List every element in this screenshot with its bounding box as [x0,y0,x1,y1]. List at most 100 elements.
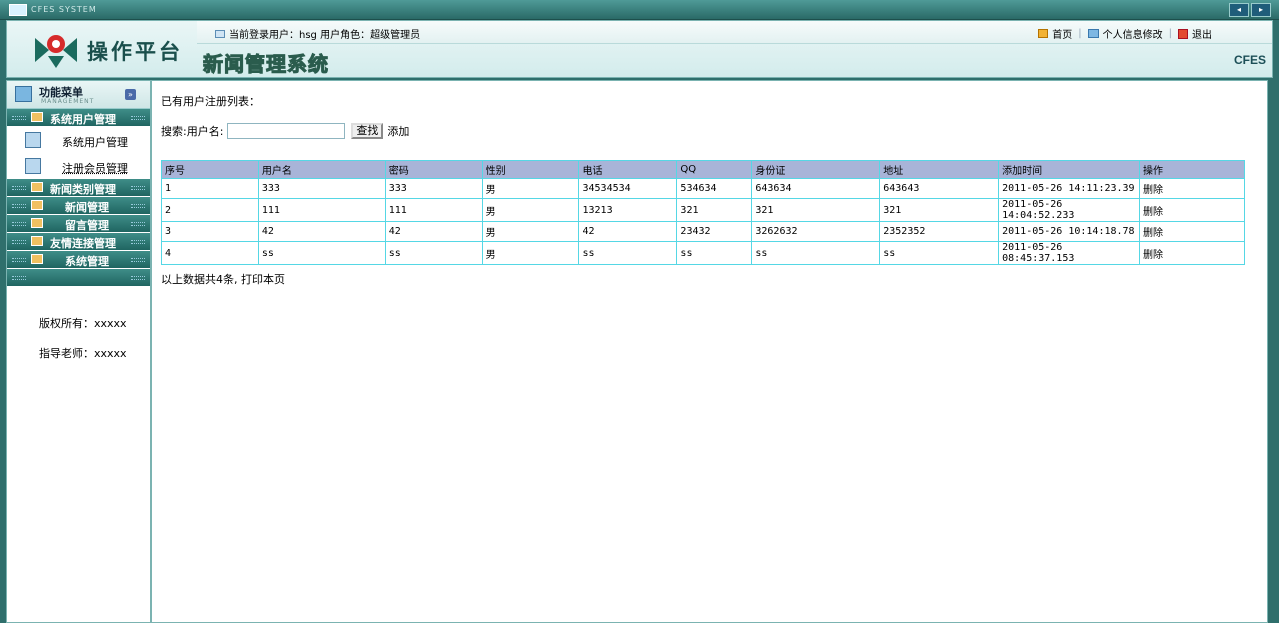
table-cell: 42 [257,221,386,242]
table-cell: 男 [481,221,580,242]
menu-group-empty [7,269,150,287]
table-cell: ss [384,241,483,265]
home-link[interactable]: 首页 [1052,26,1072,41]
column-header: 添加时间 [998,160,1141,179]
current-user-label: 当前登录用户：hsg 用户角色：超级管理员 [229,30,421,41]
table-cell: 1 [161,178,259,199]
table-cell: 13213 [578,198,678,222]
bank-logo-icon [35,35,77,68]
table-cell: 321 [879,198,1000,222]
sidebar-item-system-users[interactable]: 系统用户管理 [7,127,150,153]
brand-label: CFES [1233,53,1266,67]
table-cell: ss [751,241,881,265]
table-cell: 3 [161,221,259,242]
user-icon [25,158,41,174]
add-link[interactable]: 添加 [387,123,409,139]
profile-link[interactable]: 个人信息修改 [1103,26,1163,41]
table-cell: 643634 [751,178,881,199]
table-cell: ss [257,241,386,265]
window-icon [215,29,225,38]
divider: | [1168,28,1172,39]
table-cell: 4 [161,241,259,265]
scroll-left-button[interactable]: ◂ [1229,3,1249,17]
column-header: 用户名 [257,160,386,179]
table-cell: 2011-05-26 14:11:23.39 [998,178,1141,199]
delete-link[interactable]: 删除 [1139,178,1245,199]
menu-group-label: 系统用户管理 [50,113,116,126]
table-cell: 321 [751,198,881,222]
collapse-icon[interactable]: » [125,89,136,100]
divider [131,186,145,190]
table-cell: 2352352 [879,221,1000,242]
folder-icon [31,200,43,210]
divider [131,204,145,208]
divider [131,222,145,226]
scroll-right-button[interactable]: ▸ [1251,3,1271,17]
table-cell: 333 [384,178,483,199]
divider [131,116,145,120]
list-title: 已有用户注册列表： [161,95,260,108]
column-header: 序号 [161,160,259,179]
menu-group-messages[interactable]: 留言管理 [7,215,150,233]
menu-subtitle: MANAGEMENT [41,98,95,105]
folder-icon [31,218,43,228]
user-icon [25,132,41,148]
table-header-row: 序号 用户名 密码 性别 电话 QQ 身份证 地址 添加时间 操作 [161,160,1245,179]
top-links: 首页 | 个人信息修改 | 退出 [1038,26,1212,41]
table-cell: 2 [161,198,259,222]
sidebar-item-label: 系统用户管理 [62,136,128,149]
column-header: 身份证 [751,160,881,179]
delete-link[interactable]: 删除 [1139,221,1245,242]
search-input[interactable] [227,123,346,139]
folder-icon [31,236,43,246]
monitor-icon [9,4,27,16]
table-cell: 321 [676,198,753,222]
table-cell: 男 [481,178,580,199]
menu-group-links[interactable]: 友情连接管理 [7,233,150,251]
logout-icon [1178,28,1188,39]
table-cell: ss [578,241,678,265]
logout-link[interactable]: 退出 [1192,26,1212,41]
right-border [1268,80,1279,623]
table-cell: 23432 [676,221,753,242]
search-label: 搜索:用户名: [161,125,224,138]
table-row: 1 333 333 男 34534534 534634 643634 64364… [161,178,1245,199]
divider [131,258,145,262]
column-header: 操作 [1139,160,1245,179]
divider [12,240,26,244]
search-bar: 搜索:用户名: 查找 添加 [161,123,409,139]
table-cell: ss [879,241,1000,265]
menu-group-label: 系统管理 [65,255,109,268]
record-count-text: 以上数据共4条, 打印本页 [161,273,285,286]
menu-group-label: 留言管理 [65,219,109,232]
column-header: 密码 [384,160,483,179]
window-title: CFES SYSTEM [31,5,97,14]
delete-link[interactable]: 删除 [1139,198,1245,222]
sidebar-item-members[interactable]: 注册会员管理 [7,153,150,179]
divider [131,240,145,244]
menu-group-news-category[interactable]: 新闻类别管理 [7,179,150,197]
header: 操作平台 当前登录用户：hsg 用户角色：超级管理员 首页 | 个人信息修改 |… [6,20,1273,78]
home-icon [1038,29,1049,38]
table-cell: 34534534 [578,178,678,199]
menu-group-system[interactable]: 系统管理 [7,251,150,269]
table-cell: 643643 [879,178,1000,199]
menu-group-label: 友情连接管理 [50,237,116,250]
menu-group-label: 新闻类别管理 [50,183,116,196]
sidebar-item-label: 注册会员管理 [62,162,128,175]
delete-link[interactable]: 删除 [1139,241,1245,265]
column-header: QQ [676,160,753,179]
header-status-bar: 当前登录用户：hsg 用户角色：超级管理员 首页 | 个人信息修改 | 退出 [197,21,1272,44]
search-button[interactable]: 查找 [351,123,384,139]
table-cell: 333 [257,178,386,199]
divider [12,222,26,226]
table-row: 2 111 111 男 13213 321 321 321 2011-05-26… [161,198,1245,222]
menu-group-news[interactable]: 新闻管理 [7,197,150,215]
table-row: 3 42 42 男 42 23432 3262632 2352352 2011-… [161,221,1245,242]
divider [12,204,26,208]
table-cell: 42 [384,221,483,242]
window-titlebar: CFES SYSTEM ◂ ▸ [0,0,1279,20]
table-cell: 42 [578,221,678,242]
divider: | [1078,28,1082,39]
menu-group-system-users[interactable]: 系统用户管理 [7,109,150,127]
